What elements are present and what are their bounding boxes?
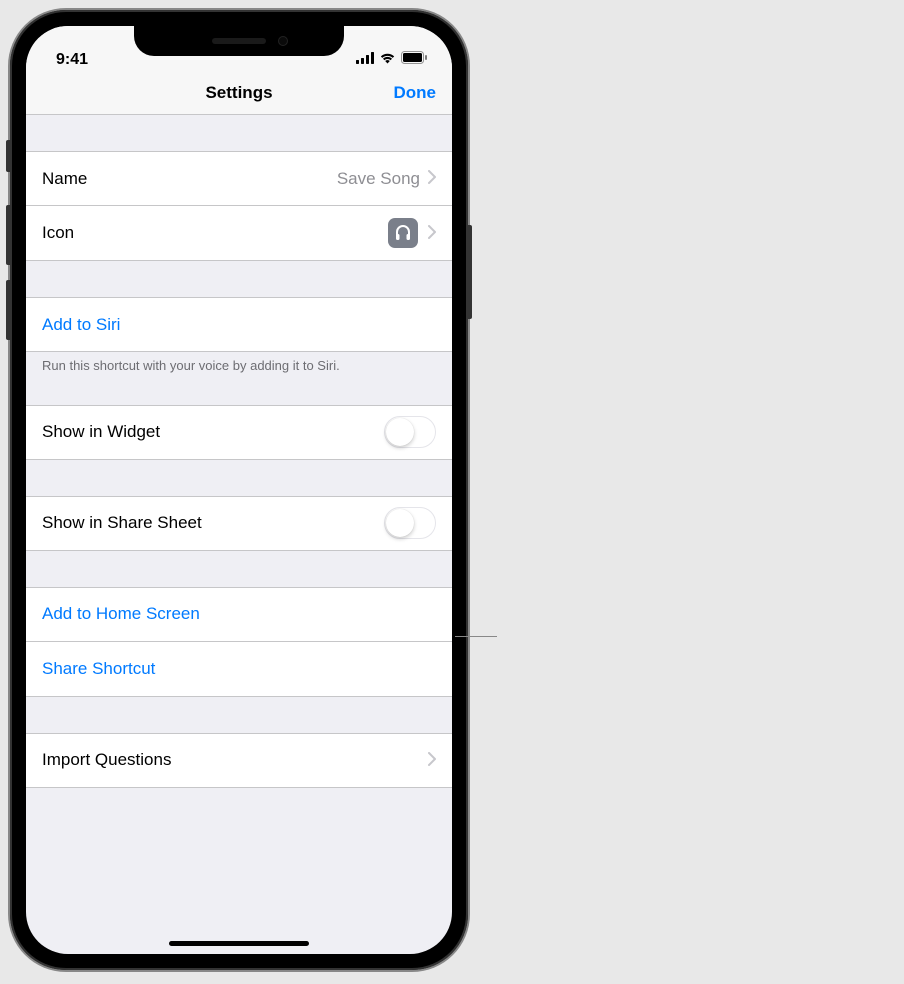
done-button[interactable]: Done [394,83,437,103]
chevron-right-icon [428,167,436,190]
add-to-home-screen-row[interactable]: Add to Home Screen [26,587,452,642]
wifi-icon [379,51,396,69]
show-in-share-sheet-label: Show in Share Sheet [42,513,384,533]
shortcut-icon-tile [388,218,418,248]
show-in-share-sheet-toggle[interactable] [384,507,436,539]
battery-icon [401,51,428,69]
name-value: Save Song [337,169,420,189]
volume-down-button [6,280,10,340]
show-in-widget-label: Show in Widget [42,422,384,442]
navbar: Settings Done [26,71,452,115]
chevron-right-icon [428,222,436,245]
share-shortcut-label: Share Shortcut [42,659,436,679]
phone-frame: 9:41 Settings Done Name Save Song [10,10,468,970]
icon-row[interactable]: Icon [26,206,452,261]
callout-line [455,636,497,637]
import-questions-label: Import Questions [42,750,428,770]
show-in-widget-toggle[interactable] [384,416,436,448]
siri-footer: Run this shortcut with your voice by add… [26,352,452,375]
power-button [468,225,472,319]
add-to-siri-label: Add to Siri [42,315,436,335]
add-to-home-screen-label: Add to Home Screen [42,604,436,624]
headphones-icon [393,223,413,243]
screen: 9:41 Settings Done Name Save Song [26,26,452,954]
share-shortcut-row[interactable]: Share Shortcut [26,642,452,697]
show-in-widget-row: Show in Widget [26,405,452,460]
name-label: Name [42,169,337,189]
silent-switch [6,140,10,172]
show-in-share-sheet-row: Show in Share Sheet [26,496,452,551]
add-to-siri-row[interactable]: Add to Siri [26,297,452,352]
chevron-right-icon [428,749,436,772]
icon-label: Icon [42,223,388,243]
page-title: Settings [205,83,272,103]
home-indicator[interactable] [169,941,309,946]
name-row[interactable]: Name Save Song [26,151,452,206]
import-questions-row[interactable]: Import Questions [26,733,452,788]
volume-up-button [6,205,10,265]
notch [134,26,344,56]
cellular-signal-icon [356,51,374,69]
content: Name Save Song Icon [26,115,452,788]
